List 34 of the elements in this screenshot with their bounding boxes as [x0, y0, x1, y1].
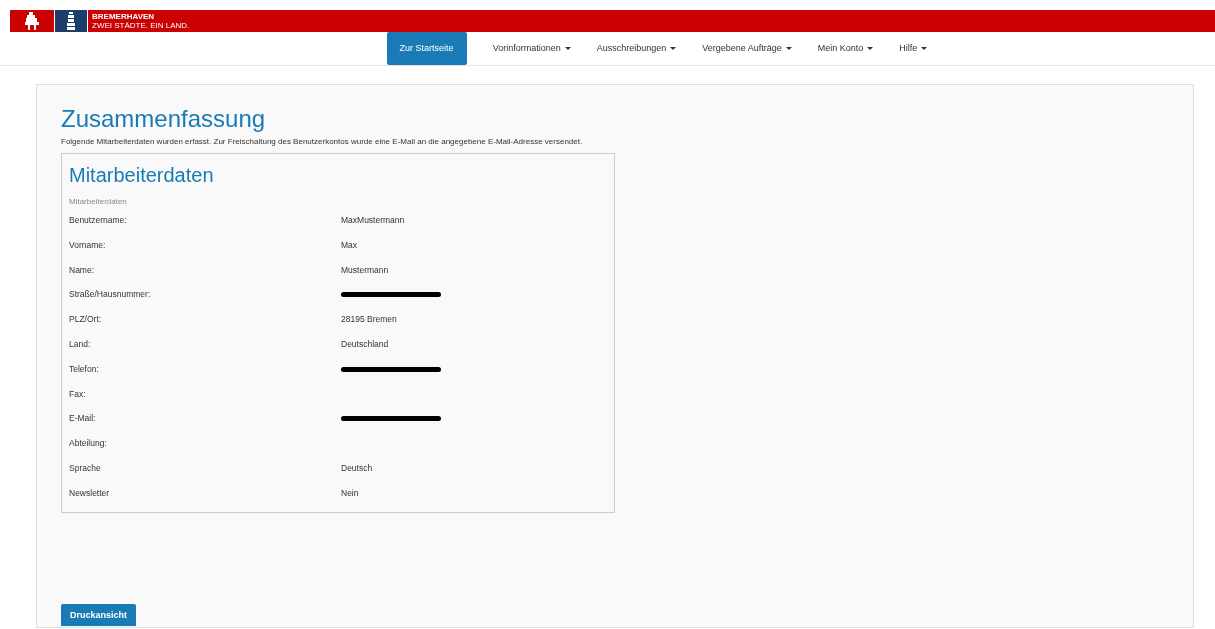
field-label: Abteilung:	[69, 437, 108, 450]
field-label: Sprache	[69, 462, 102, 475]
lighthouse-icon	[66, 12, 76, 30]
nav-tab[interactable]: Zur Startseite	[386, 32, 467, 65]
field-value: Nein	[341, 486, 359, 500]
field-value: 28195 Bremen	[341, 313, 397, 326]
banner-slogan: ZWEI STÄDTE. EIN LAND.	[92, 21, 190, 30]
field-label: Newsletter	[69, 486, 111, 500]
field-value: MaxMustermann	[341, 214, 405, 227]
nav-tab[interactable]: Vergebene Aufträge	[689, 32, 805, 65]
nav-tab[interactable]: Hilfe	[886, 32, 941, 65]
nav-tab[interactable]: Mein Konto	[804, 32, 887, 65]
field-value: Max	[341, 238, 358, 252]
page-title: Zusammenfassung	[61, 105, 267, 133]
field-label: Name:	[69, 263, 96, 277]
field-label: PLZ/Ort:	[69, 313, 103, 326]
nav-tab[interactable]: Ausschreibungen	[583, 32, 690, 65]
field-value: Deutschland	[341, 338, 389, 351]
field-value: Mustermann	[341, 263, 389, 277]
print-view-button[interactable]: Druckansicht	[61, 604, 137, 627]
card-title: Mitarbeiterdaten	[69, 163, 215, 188]
field-label: E-Mail:	[69, 412, 97, 426]
field-label: Land:	[69, 338, 92, 351]
field-value: Deutsch	[341, 462, 373, 475]
field-label: Vorname:	[69, 238, 107, 252]
field-label: Straße/Hausnummer:	[69, 288, 152, 302]
field-label: Telefon:	[69, 362, 100, 376]
banner-title: BREMERHAVEN	[92, 12, 156, 21]
section-label: Mitarbeiterdaten	[69, 196, 128, 208]
intro-text: Folgende Mitarbeiterdaten wurden erfasst. Zur Freischaltung des Benutzerkontos wurde eine E-Mail an die angegebene E-Mail-Adresse versendet.	[61, 136, 584, 148]
figures-icon	[24, 12, 40, 30]
nav-tab[interactable]: Vorinformationen	[479, 32, 584, 65]
field-label: Benutzername:	[69, 214, 128, 227]
field-label: Fax:	[69, 387, 87, 401]
